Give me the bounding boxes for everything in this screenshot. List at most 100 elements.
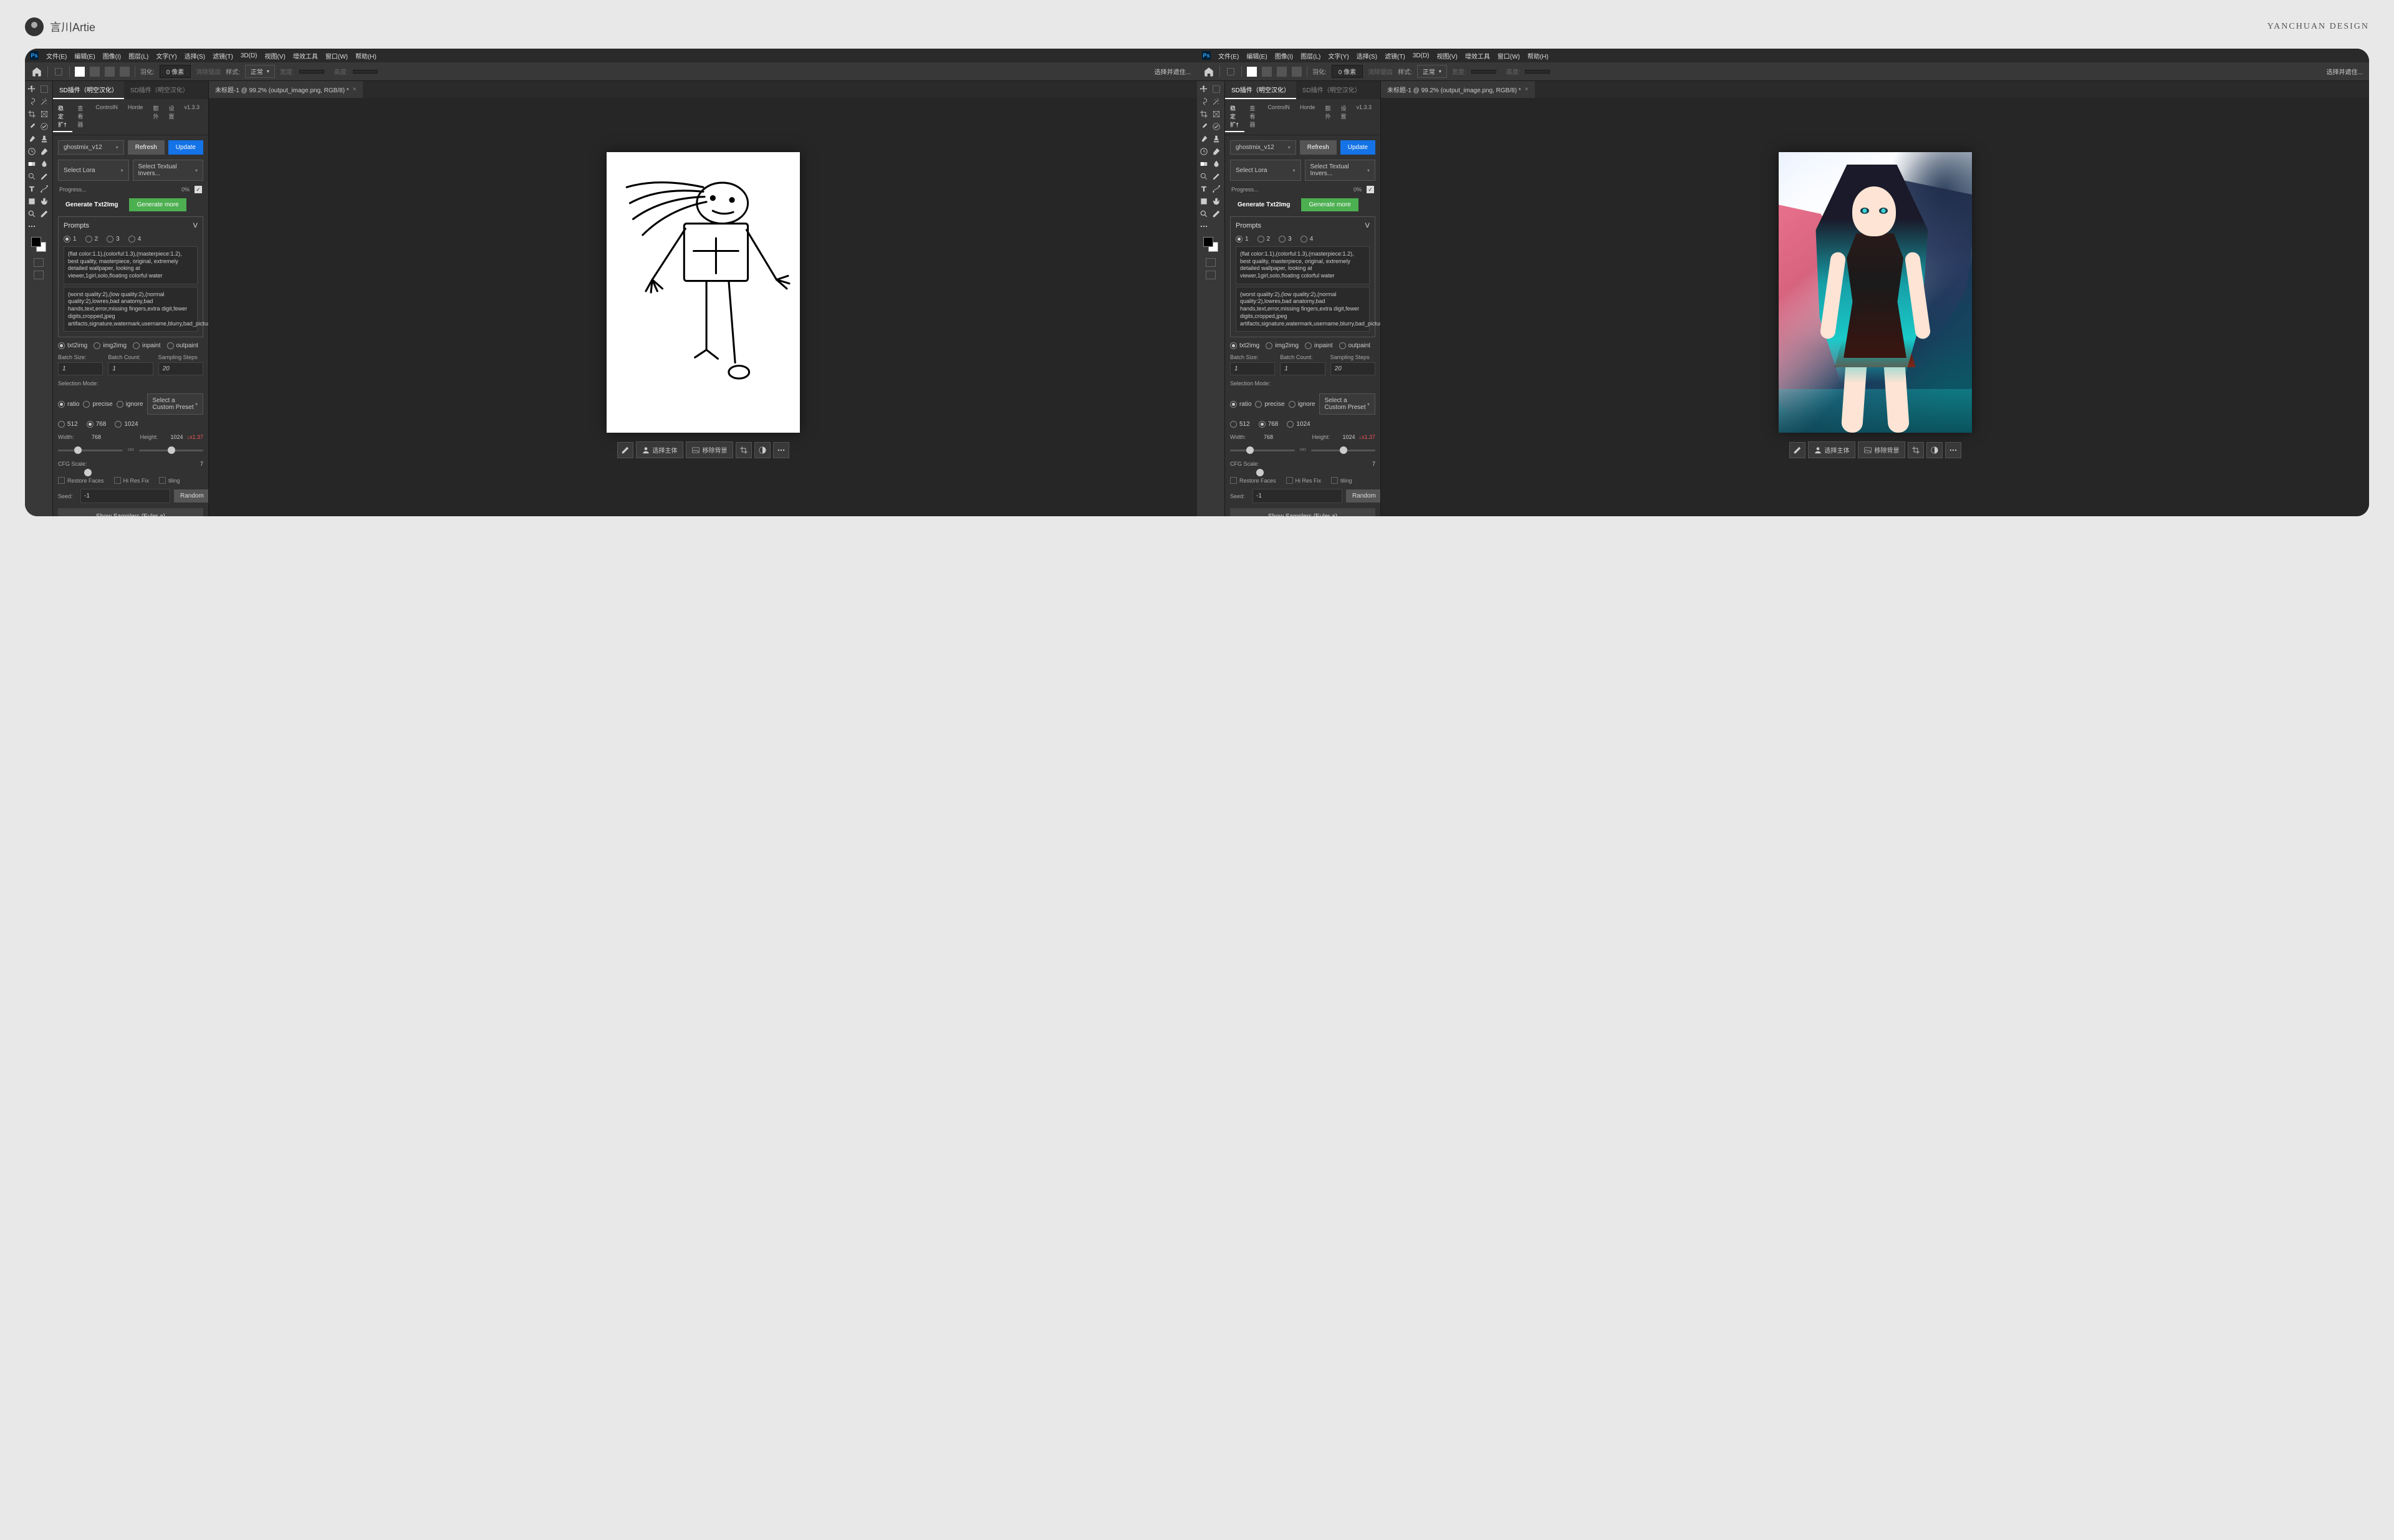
menu-item[interactable]: 视图(V) [265,51,286,60]
menu-item[interactable]: 3D(D) [241,52,257,59]
canvas-edit-icon[interactable] [617,442,633,458]
steps-input[interactable] [158,362,203,375]
plugin-subtab[interactable]: 查看器 [72,102,90,132]
document-tab[interactable]: 未标题-1 @ 99.2% (output_image.png, RGB/8) … [1381,81,1535,98]
show-samplers-button[interactable]: Show Samplers (Euler a) [1230,508,1375,516]
plugin-subtab[interactable]: 额外 [1320,102,1335,132]
quickmask-icon[interactable] [1206,258,1216,267]
marquee-tool[interactable] [1211,84,1222,95]
gradient-tool[interactable] [1198,158,1209,170]
panel-tab[interactable]: SD插件（明空汉化） [124,81,195,99]
select-subject-button[interactable]: 选择主体 [636,441,683,458]
selection-new-icon[interactable] [1247,67,1257,77]
height-slider[interactable] [139,450,204,451]
hand-tool[interactable] [1211,196,1222,207]
remove-background-button[interactable]: 移除背景 [1858,441,1905,458]
batch-count-input[interactable] [108,362,153,375]
menu-item[interactable]: 图层(L) [128,51,148,60]
selection-intersect-icon[interactable] [120,67,130,77]
shape-tool[interactable] [26,196,37,207]
resolution-radio[interactable]: 512 [1230,421,1250,428]
selection-mode-radio[interactable]: precise [83,401,112,408]
canvas-crop-icon[interactable] [1908,442,1924,458]
eraser-tool[interactable] [1211,146,1222,157]
crop-tool[interactable] [1198,108,1209,120]
selection-mode-radio[interactable]: ignore [1289,401,1315,408]
selection-add-icon[interactable] [1262,67,1272,77]
select-subject-button[interactable]: 选择主体 [1808,441,1855,458]
canvas-sketch[interactable] [607,152,800,433]
refresh-button[interactable]: Refresh [1300,140,1337,155]
menu-item[interactable]: 图像(I) [103,51,121,60]
select-and-mask-button[interactable]: 选择并遮住... [1155,67,1191,76]
link-wh-icon[interactable] [1299,445,1307,456]
hand-tool[interactable] [39,196,50,207]
style-select[interactable]: 正常 [1417,65,1447,78]
feather-input[interactable]: 0 像素 [160,65,191,78]
menu-item[interactable]: 编辑(E) [1246,51,1267,60]
plugin-subtab[interactable]: 稳定扩† [1225,102,1244,132]
seed-input[interactable] [1252,489,1342,503]
resolution-radio[interactable]: 1024 [1287,421,1310,428]
edit-toolbar-icon[interactable] [1211,208,1222,219]
prompt-slot-radio[interactable]: 1 [1236,236,1249,243]
home-icon[interactable] [31,66,42,77]
plugin-subtab[interactable]: 稳定扩† [53,102,72,132]
preset-select[interactable]: Select a Custom Preset [1319,393,1375,415]
menu-item[interactable]: 选择(S) [185,51,205,60]
prompt-slot-radio[interactable]: 2 [1257,236,1271,243]
lora-select[interactable]: Select Lora [1230,160,1301,181]
feather-input[interactable]: 0 像素 [1332,65,1363,78]
selection-add-icon[interactable] [90,67,100,77]
mode-radio-inpaint[interactable]: inpaint [1305,342,1332,349]
wand-tool[interactable] [39,96,50,107]
dodge-tool[interactable] [26,171,37,182]
prompt-slot-radio[interactable]: 4 [128,236,142,243]
height-slider[interactable] [1311,450,1376,451]
move-tool[interactable] [26,84,37,95]
width-slider[interactable] [58,450,123,451]
frame-tool[interactable] [39,108,50,120]
link-wh-icon[interactable] [127,445,135,456]
plugin-subtab[interactable]: 额外 [148,102,163,132]
batch-count-input[interactable] [1280,362,1325,375]
menu-item[interactable]: 文件(E) [46,51,67,60]
resolution-radio[interactable]: 768 [1259,421,1279,428]
menu-item[interactable]: 滤镜(T) [213,51,233,60]
selection-intersect-icon[interactable] [1292,67,1302,77]
screenmode-icon[interactable] [1206,271,1216,279]
selection-subtract-icon[interactable] [105,67,115,77]
positive-prompt-textarea[interactable]: (flat color:1.1),(colorful:1.3),(masterp… [64,246,198,284]
plugin-subtab[interactable]: Horde [123,102,148,132]
menu-item[interactable]: 图层(L) [1300,51,1320,60]
batch-size-input[interactable] [1230,362,1275,375]
mode-radio-img2img[interactable]: img2img [1266,342,1299,349]
plugin-subtab[interactable]: 设置 [163,102,179,132]
mode-radio-txt2img[interactable]: txt2img [1230,342,1259,349]
zoom-tool[interactable] [26,208,37,219]
plugin-subtab[interactable]: 查看器 [1244,102,1262,132]
color-swatch[interactable] [31,237,46,252]
photoshop-icon[interactable]: Ps [30,51,39,60]
generate-more-button[interactable]: Generate more [1301,198,1358,211]
close-tab-icon[interactable]: × [1525,86,1529,93]
panel-tab[interactable]: SD插件（明空汉化） [1296,81,1367,99]
healing-tool[interactable] [39,121,50,132]
menu-item[interactable]: 文字(Y) [1328,51,1348,60]
move-tool[interactable] [1198,84,1209,95]
option-checkbox[interactable]: Hi Res Fix [1286,477,1322,484]
selection-subtract-icon[interactable] [1277,67,1287,77]
menu-item[interactable]: 窗口(W) [325,51,348,60]
close-tab-icon[interactable]: × [353,86,357,93]
update-button[interactable]: Update [1340,140,1375,155]
width-slider[interactable] [1230,450,1295,451]
canvas-output[interactable] [1779,152,1972,433]
seed-input[interactable] [80,489,170,503]
history-brush-tool[interactable] [1198,146,1209,157]
update-button[interactable]: Update [168,140,203,155]
plugin-subtab[interactable]: 设置 [1335,102,1351,132]
generate-txt2img-button[interactable]: Generate Txt2Img [1230,198,1297,211]
model-select[interactable]: ghostmix_v12 [58,140,124,155]
mode-radio-txt2img[interactable]: txt2img [58,342,87,349]
option-checkbox[interactable]: tiling [1331,477,1352,484]
